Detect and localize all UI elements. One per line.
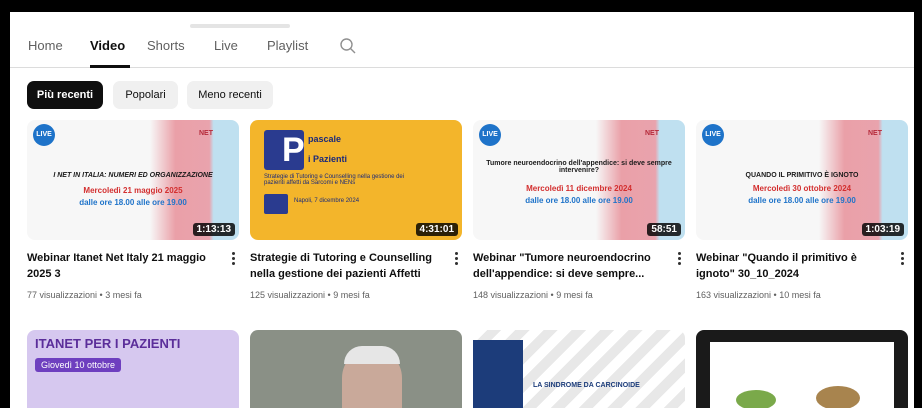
video-title[interactable]: Webinar "Tumore neuroendocrino dell'appe… [473, 250, 659, 282]
video-thumbnail[interactable]: ITANET PER I PAZIENTI Giovedì 10 ottobre [27, 330, 239, 408]
thumb-text: Tumore neuroendocrino dell'appendice: si… [486, 160, 672, 174]
tab-shorts[interactable]: Shorts [147, 38, 185, 54]
video-duration: 1:03:19 [861, 223, 904, 236]
video-thumbnail[interactable] [250, 330, 462, 408]
thumb-text: dalle ore 18.00 alle ore 19.00 [525, 196, 633, 205]
thumb-text: dalle ore 18.00 alle ore 19.00 [79, 198, 187, 207]
thumb-text: dalle ore 18.00 alle ore 19.00 [748, 196, 856, 205]
chip-piu-recenti[interactable]: Più recenti [27, 81, 103, 109]
thumb-text: ITANET PER I PAZIENTI [35, 336, 181, 351]
video-duration: 1:13:13 [192, 223, 235, 236]
video-title[interactable]: Webinar "Quando il primitivo è ignoto" 3… [696, 250, 882, 282]
thumb-text: Giovedì 10 ottobre [35, 358, 122, 372]
more-options-icon[interactable] [673, 250, 685, 268]
thumb-text: Strategie di Tutoring e Counselling nell… [264, 174, 405, 186]
live-badge-icon: LIVE [33, 124, 55, 146]
video-meta: 125 visualizzazioni • 9 mesi fa [250, 290, 370, 300]
tab-home[interactable]: Home [28, 38, 63, 54]
more-options-icon[interactable] [450, 250, 462, 268]
chip-meno-recenti[interactable]: Meno recenti [187, 81, 273, 109]
net-logo: NET [868, 130, 882, 137]
video-title[interactable]: Strategie di Tutoring e Counselling nell… [250, 250, 436, 282]
channel-videos-page: Home Video Shorts Live Playlist Più rece… [10, 12, 914, 408]
pascale-logo-letter: P [282, 131, 305, 169]
video-duration: 4:31:01 [415, 223, 458, 236]
live-badge-icon: LIVE [702, 124, 724, 146]
video-thumbnail[interactable]: LIVE NET Tumore neuroendocrino dell'appe… [473, 120, 685, 240]
live-badge-icon: LIVE [479, 124, 501, 146]
thumb-text: pascale [308, 134, 342, 144]
video-meta: 148 visualizzazioni • 9 mesi fa [473, 290, 593, 300]
more-options-icon[interactable] [227, 250, 239, 268]
thumb-text: i Pazienti [308, 154, 348, 164]
tab-playlist[interactable]: Playlist [267, 38, 308, 54]
video-meta: 163 visualizzazioni • 10 mesi fa [696, 290, 821, 300]
net-logo: NET [645, 130, 659, 137]
channel-tabs: Home Video Shorts Live Playlist [10, 12, 914, 68]
thumb-text: Napoli, 7 dicembre 2024 [294, 198, 360, 204]
thumb-text: Mercoledì 30 ottobre 2024 [752, 184, 852, 193]
tab-live[interactable]: Live [214, 38, 238, 54]
video-thumbnail[interactable] [696, 330, 908, 408]
more-options-icon[interactable] [896, 250, 908, 268]
thumb-text: Mercoledì 11 dicembre 2024 [526, 184, 632, 193]
video-meta: 77 visualizzazioni • 3 mesi fa [27, 290, 142, 300]
video-title[interactable]: Webinar Itanet Net Italy 21 maggio 2025 … [27, 250, 213, 282]
video-thumbnail[interactable]: LIVE NET I NET IN ITALIA: NUMERI ED ORGA… [27, 120, 239, 240]
thumb-text: I NET IN ITALIA: NUMERI ED ORGANIZZAZION… [53, 172, 213, 179]
tab-video[interactable]: Video [90, 38, 125, 54]
search-icon[interactable] [339, 37, 357, 55]
slide-image [816, 386, 860, 408]
thumb-text: Mercoledì 21 maggio 2025 [83, 186, 183, 195]
speaker-image [344, 346, 400, 364]
video-duration: 58:51 [647, 223, 681, 236]
thumb-text: QUANDO IL PRIMITIVO È IGNOTO [745, 172, 859, 179]
thumb-decoration [473, 340, 523, 408]
slide-image [736, 390, 776, 408]
thumb-text: LA SINDROME DA CARCINOIDE [533, 382, 640, 389]
video-thumbnail[interactable]: LA SINDROME DA CARCINOIDE [473, 330, 685, 408]
chip-popolari[interactable]: Popolari [113, 81, 178, 109]
active-tab-indicator [90, 65, 130, 68]
net-logo: NET [199, 130, 213, 137]
calendar-icon [264, 194, 288, 214]
video-thumbnail[interactable]: P pascale i Pazienti Strategie di Tutori… [250, 120, 462, 240]
video-thumbnail[interactable]: LIVE NET QUANDO IL PRIMITIVO È IGNOTO Me… [696, 120, 908, 240]
